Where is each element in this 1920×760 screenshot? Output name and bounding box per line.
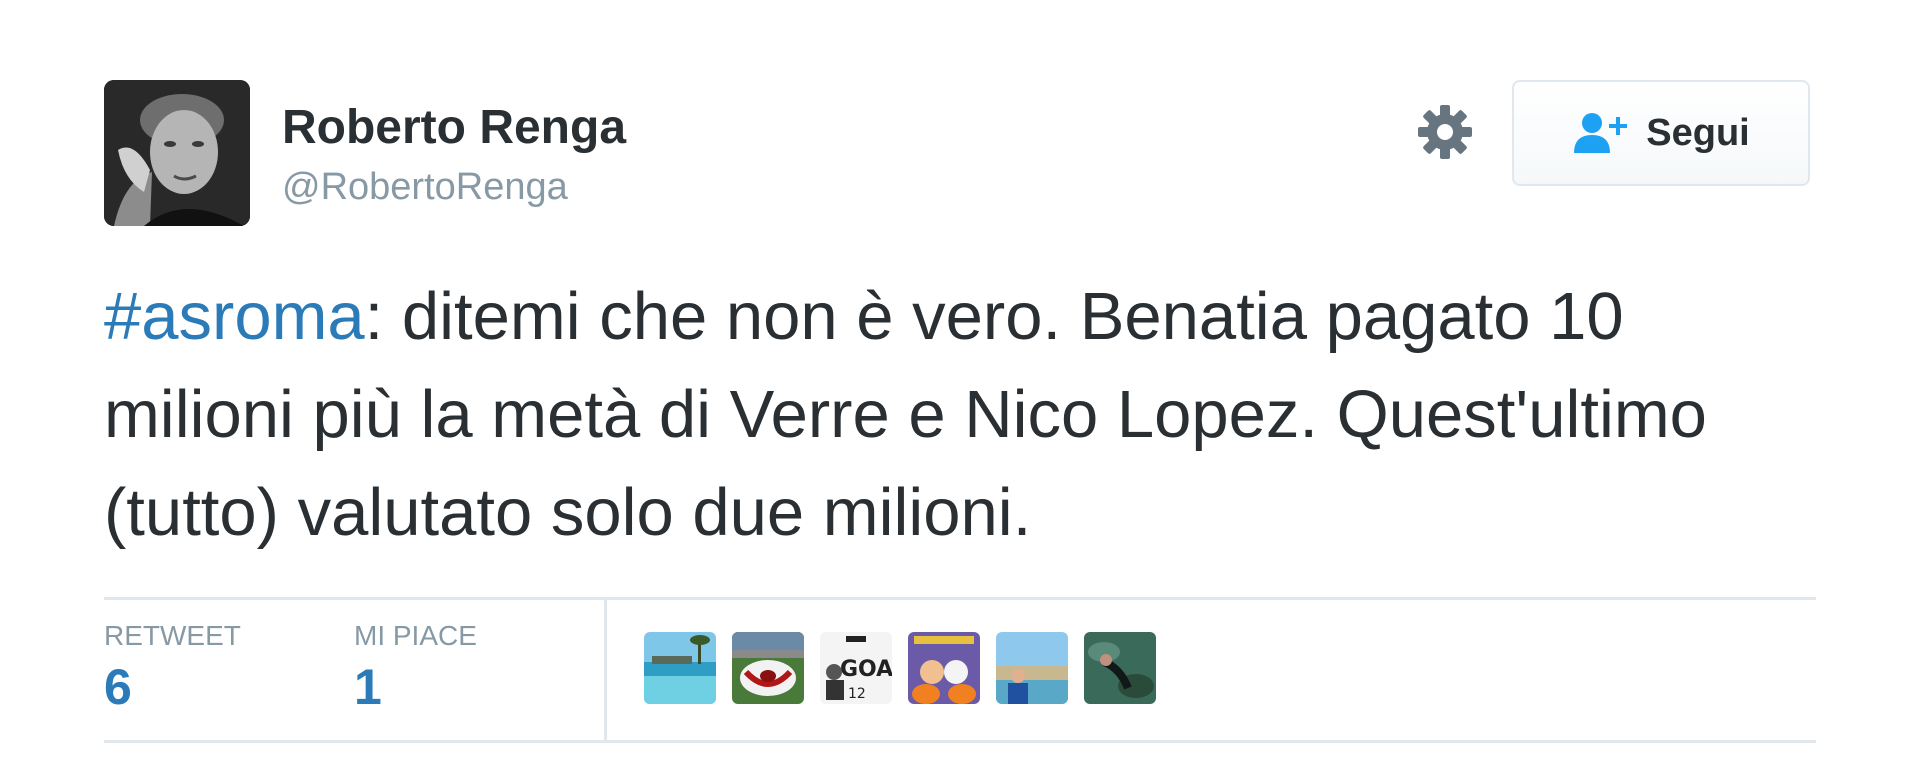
hashtag-link[interactable]: #asroma <box>104 279 365 354</box>
follow-button[interactable]: Segui <box>1512 80 1810 186</box>
stats-divider-bottom <box>104 740 1816 743</box>
liker-avatar[interactable] <box>644 632 716 704</box>
user-name[interactable]: Roberto Renga <box>282 100 626 155</box>
follow-button-label: Segui <box>1646 111 1750 154</box>
stats-divider-vertical <box>604 600 607 740</box>
user-handle[interactable]: @RobertoRenga <box>282 166 568 209</box>
tweet-card: Roberto Renga @RobertoRenga Segui #asrom… <box>104 80 1816 760</box>
retweet-count: 6 <box>104 659 132 715</box>
avatar[interactable] <box>104 80 250 226</box>
svg-text:12: 12 <box>848 686 866 702</box>
likes-stat[interactable]: MI PIACE 1 <box>354 620 477 716</box>
add-user-icon <box>1572 111 1630 155</box>
retweet-stat[interactable]: RETWEET 6 <box>104 620 241 716</box>
tweet-text: #asroma: ditemi che non è vero. Benatia … <box>104 268 1816 562</box>
svg-text:GOA: GOA <box>840 657 892 682</box>
liker-avatar[interactable] <box>1084 632 1156 704</box>
liker-avatar[interactable] <box>908 632 980 704</box>
likes-count: 1 <box>354 659 382 715</box>
gear-icon[interactable] <box>1416 103 1474 161</box>
likes-label: MI PIACE <box>354 620 477 651</box>
liker-avatar[interactable] <box>996 632 1068 704</box>
stats-divider-top <box>104 597 1816 600</box>
liker-avatar[interactable] <box>732 632 804 704</box>
retweet-label: RETWEET <box>104 620 241 651</box>
liker-avatar[interactable]: GOA 12 <box>820 632 892 704</box>
liker-avatars: GOA 12 <box>644 632 1156 704</box>
